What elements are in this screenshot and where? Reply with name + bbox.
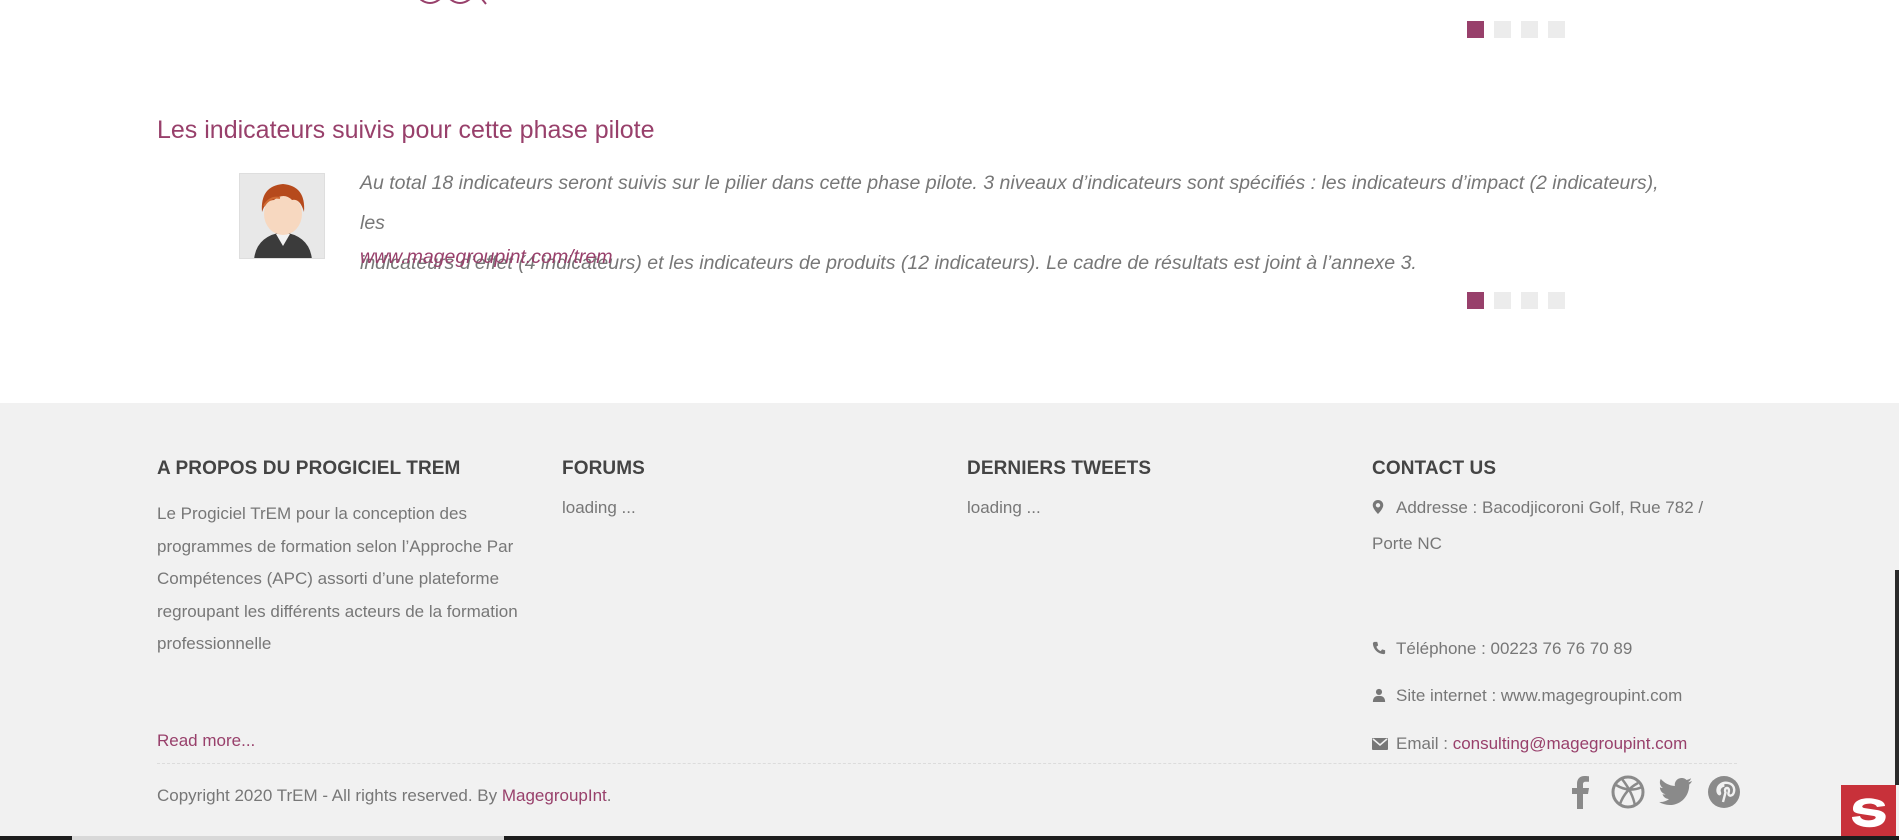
copyright-prefix: Copyright 2020 TrEM - All rights reserve… <box>157 786 502 805</box>
email-link[interactable]: consulting@magegroupint.com <box>1453 734 1688 753</box>
phone-icon <box>1372 632 1396 667</box>
quote-line: Au total 18 indicateurs seront suivis su… <box>360 172 1659 234</box>
scrollbar-thumb[interactable] <box>1895 570 1899 785</box>
dribbble-icon[interactable] <box>1610 774 1646 810</box>
pager-dot[interactable] <box>1467 292 1484 309</box>
email-label: Email : <box>1396 734 1453 753</box>
horizontal-scrollbar-thumb[interactable] <box>72 836 504 840</box>
footer-divider <box>157 763 1737 764</box>
footer-contact: CONTACT US Addresse : Bacodjicoroni Golf… <box>1372 458 1742 753</box>
contact-website: Site internet : www.magegroupint.com <box>1372 678 1717 714</box>
envelope-icon <box>1372 727 1396 762</box>
social-links <box>1562 774 1742 810</box>
website-text: Site internet : www.magegroupint.com <box>1396 686 1683 705</box>
footer-tweets: DERNIERS TWEETS loading ... <box>967 458 1317 517</box>
pager-dot[interactable] <box>1521 292 1538 309</box>
contact-address: Addresse : Bacodjicoroni Golf, Rue 782 /… <box>1372 490 1717 561</box>
contact-heading: CONTACT US <box>1372 458 1497 479</box>
site-footer: A PROPOS DU PROGICIEL TREM Le Progiciel … <box>0 403 1899 840</box>
pager-dot[interactable] <box>1467 21 1484 38</box>
pager-dot[interactable] <box>1548 21 1565 38</box>
footer-about: A PROPOS DU PROGICIEL TREM Le Progiciel … <box>157 458 529 750</box>
pager-dot[interactable] <box>1521 21 1538 38</box>
about-description: Le Progiciel TrEM pour la conception des… <box>157 504 518 653</box>
window-bottom-edge <box>0 836 1899 840</box>
read-more-link[interactable]: Read more... <box>157 731 255 751</box>
testimonial-website-link[interactable]: www.magegroupint.com/trem <box>360 246 613 269</box>
tweets-heading: DERNIERS TWEETS <box>967 458 1152 479</box>
forums-loading-text: loading ... <box>562 498 636 517</box>
twitter-icon[interactable] <box>1658 774 1694 810</box>
about-heading: A PROPOS DU PROGICIEL TREM <box>157 458 461 479</box>
pager-dot[interactable] <box>1494 21 1511 38</box>
pager-dot[interactable] <box>1494 292 1511 309</box>
address-text: Addresse : Bacodjicoroni Golf, Rue 782 /… <box>1372 498 1704 554</box>
testimonial-pager <box>1467 292 1565 309</box>
testimonial-title: Les indicateurs suivis pour cette phase … <box>157 116 655 144</box>
testimonials-section: Les indicateurs suivis pour cette phase … <box>0 0 1899 403</box>
tweets-loading-text: loading ... <box>967 498 1041 517</box>
page: Les indicateurs suivis pour cette phase … <box>0 0 1899 840</box>
forums-heading: FORUMS <box>562 458 645 479</box>
contact-email: Email : consulting@magegroupint.com <box>1372 726 1717 762</box>
pinterest-icon[interactable] <box>1706 774 1742 810</box>
user-icon <box>1372 679 1396 714</box>
contact-phone: Téléphone : 00223 76 76 70 89 <box>1372 631 1717 667</box>
copyright-company-link[interactable]: MagegroupInt <box>502 786 607 805</box>
facebook-icon[interactable] <box>1562 774 1598 810</box>
brand-logo-badge[interactable] <box>1841 785 1896 840</box>
pager-dot[interactable] <box>1548 292 1565 309</box>
previous-testimonial-link-fragment <box>419 0 510 5</box>
map-marker-icon <box>1372 491 1396 526</box>
copyright-suffix: . <box>606 786 612 805</box>
phone-text: Téléphone : 00223 76 76 70 89 <box>1396 639 1633 658</box>
user-avatar <box>239 173 325 259</box>
testimonial-pager-top <box>1467 21 1565 38</box>
footer-forums: FORUMS loading ... <box>562 458 912 517</box>
copyright-text: Copyright 2020 TrEM - All rights reserve… <box>157 786 612 806</box>
